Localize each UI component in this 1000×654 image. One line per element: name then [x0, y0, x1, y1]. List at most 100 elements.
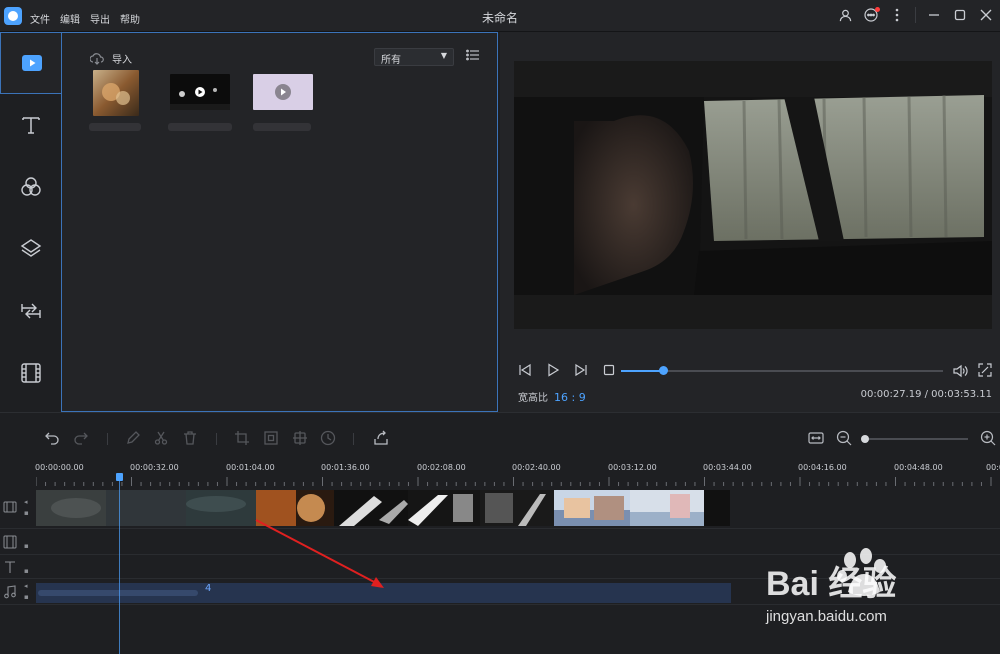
- ruler-ticks: [36, 477, 992, 486]
- speaker-icon[interactable]: ◂: [24, 582, 30, 590]
- delete-icon[interactable]: [182, 430, 198, 446]
- previous-frame-icon[interactable]: [518, 363, 532, 377]
- media-library-panel: 导入 所有 ▼: [61, 32, 498, 412]
- thumbnail-caption: [89, 123, 141, 131]
- divider: [216, 433, 217, 445]
- playhead-handle[interactable]: [116, 473, 123, 481]
- timeline-ruler[interactable]: 00:00:00.00 00:00:32.00 00:01:04.00 00:0…: [0, 460, 1000, 487]
- play-icon[interactable]: [546, 363, 560, 377]
- video-clip[interactable]: [480, 490, 554, 526]
- more-icon[interactable]: [889, 7, 905, 23]
- watermark-brand: Bai 经验: [766, 565, 897, 603]
- speaker-icon[interactable]: ◂: [24, 498, 30, 506]
- track-header: ◂ ▪: [0, 487, 36, 528]
- timecode: 00:00:27.19 / 00:03:53.11: [860, 389, 992, 400]
- ruler-label: 00:0: [986, 463, 1000, 472]
- photo-thumbnail[interactable]: [93, 70, 139, 116]
- sidebar-item-overlay[interactable]: [0, 218, 61, 280]
- zoom-slider-handle[interactable]: [861, 435, 869, 443]
- cut-icon[interactable]: [153, 430, 169, 446]
- window-controls: [837, 7, 994, 23]
- audio-clip-name-blurred: [38, 590, 198, 596]
- lock-icon[interactable]: ▪: [24, 593, 30, 601]
- volume-icon[interactable]: [952, 363, 968, 379]
- sidebar-item-media[interactable]: [0, 32, 62, 94]
- export-icon[interactable]: [373, 430, 389, 446]
- text-icon: [5, 561, 15, 573]
- zoom-frame-icon[interactable]: [263, 430, 279, 446]
- sidebar-item-text[interactable]: [0, 94, 61, 156]
- overlay-film-icon: [3, 535, 17, 549]
- media-filter-select[interactable]: 所有 ▼: [374, 48, 454, 66]
- film-icon: [20, 363, 41, 383]
- divider: [353, 433, 354, 445]
- stop-icon[interactable]: [602, 363, 616, 377]
- video-clip[interactable]: [36, 490, 256, 526]
- video-clip[interactable]: [630, 490, 730, 526]
- media-icon: [21, 55, 42, 71]
- ruler-label: 00:04:16.00: [798, 463, 847, 472]
- message-icon[interactable]: [863, 7, 880, 23]
- filter-icon: [20, 177, 41, 196]
- duration-icon[interactable]: [320, 430, 336, 446]
- film-icon: [3, 501, 17, 513]
- mosaic-icon[interactable]: [292, 430, 308, 446]
- undo-icon[interactable]: [44, 430, 60, 446]
- import-button[interactable]: 导入: [90, 51, 132, 66]
- zoom-slider[interactable]: [861, 435, 968, 443]
- sidebar-item-transition[interactable]: [0, 280, 61, 342]
- aspect-ratio-value: 16 : 9: [554, 391, 586, 404]
- chevron-down-icon: ▼: [440, 51, 447, 60]
- ruler-label: 00:03:44.00: [703, 463, 752, 472]
- import-icon: [90, 52, 104, 65]
- close-icon[interactable]: [978, 7, 994, 23]
- lock-icon[interactable]: ▪: [24, 509, 30, 517]
- video-track: ◂ ▪: [0, 487, 1000, 529]
- ruler-label: 00:04:48.00: [894, 463, 943, 472]
- baidu-watermark: Bai 经验 jingyan.baidu.com: [766, 548, 994, 638]
- next-frame-icon[interactable]: [574, 363, 588, 377]
- ruler-label: 00:01:36.00: [321, 463, 370, 472]
- video-clip[interactable]: [334, 490, 408, 526]
- night-video-thumbnail[interactable]: [170, 74, 230, 110]
- progress-handle[interactable]: [658, 366, 668, 375]
- playback-progress-bar[interactable]: [621, 366, 943, 375]
- redo-icon[interactable]: [73, 430, 89, 446]
- user-icon[interactable]: [837, 7, 853, 23]
- zoom-out-icon[interactable]: [836, 430, 852, 446]
- timeline-toolbar: [0, 412, 1000, 460]
- lock-icon[interactable]: ▪: [24, 567, 30, 575]
- fullscreen-icon[interactable]: [978, 363, 992, 377]
- sidebar-item-filter[interactable]: [0, 156, 61, 218]
- thumbnail-caption: [168, 123, 232, 131]
- thumbnail-caption: [253, 123, 311, 131]
- edit-icon[interactable]: [125, 430, 141, 446]
- list-view-icon[interactable]: [466, 49, 480, 63]
- video-preview[interactable]: [514, 61, 992, 329]
- track-header: ▪: [0, 529, 36, 554]
- video-clip[interactable]: [256, 490, 334, 526]
- lock-icon[interactable]: ▪: [24, 542, 30, 550]
- fit-timeline-icon[interactable]: [808, 430, 824, 446]
- video-clip[interactable]: [408, 490, 480, 526]
- overlay-icon: [20, 239, 41, 257]
- player-controls: [518, 363, 616, 377]
- track-header: ◂ ▪: [0, 579, 36, 604]
- track-header: ▪: [0, 555, 36, 578]
- text-icon: [21, 117, 40, 134]
- video-clip[interactable]: [554, 490, 630, 526]
- zoom-in-icon[interactable]: [980, 430, 996, 446]
- maximize-icon[interactable]: [952, 7, 968, 23]
- media-filter-value: 所有: [381, 55, 401, 66]
- audio-clip[interactable]: [36, 583, 731, 603]
- sidebar: [0, 32, 62, 412]
- aspect-ratio[interactable]: 宽高比 16 : 9: [518, 389, 586, 404]
- divider: [107, 433, 108, 445]
- crop-icon[interactable]: [234, 430, 250, 446]
- audio-clip-label: 4: [205, 583, 212, 594]
- aspect-ratio-label: 宽高比: [518, 393, 548, 404]
- sidebar-item-element[interactable]: [0, 342, 61, 404]
- video-thumbnail[interactable]: [253, 74, 313, 110]
- music-icon: [4, 585, 16, 599]
- minimize-icon[interactable]: [926, 7, 942, 23]
